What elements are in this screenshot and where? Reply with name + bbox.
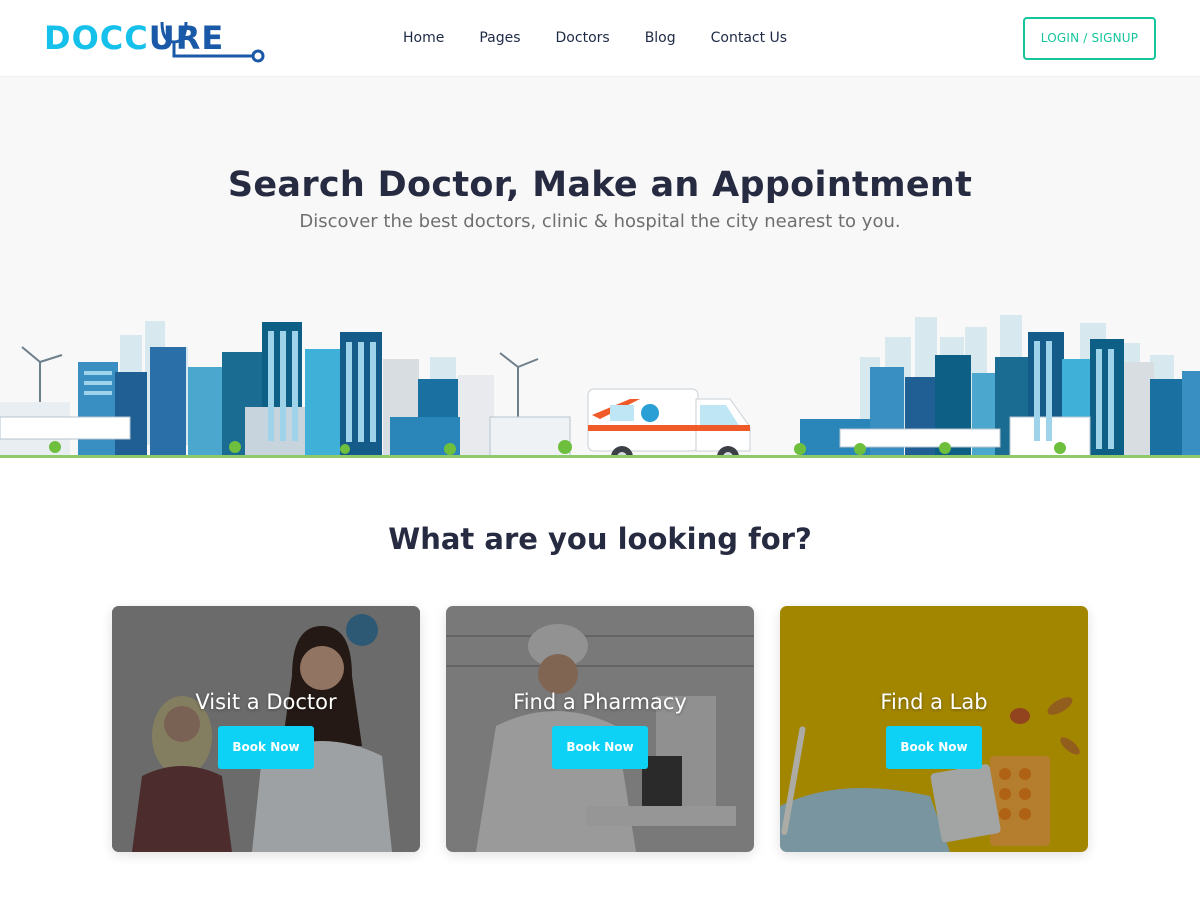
card-title: Find a Lab — [880, 690, 988, 714]
main-nav: Home Pages Doctors Blog Contact Us — [403, 27, 822, 49]
find-pharmacy-card[interactable]: Find a Pharmacy Book Now — [446, 606, 754, 852]
nav-blog[interactable]: Blog — [645, 27, 676, 49]
visit-doctor-card[interactable]: Visit a Doctor Book Now — [112, 606, 420, 852]
find-lab-card[interactable]: Find a Lab Book Now — [780, 606, 1088, 852]
login-signup-button[interactable]: LOGIN / SIGNUP — [1023, 17, 1156, 60]
book-now-button[interactable]: Book Now — [218, 726, 314, 769]
section-title: What are you looking for? — [388, 522, 812, 556]
hero-subtitle: Discover the best doctors, clinic & hosp… — [299, 211, 901, 232]
card-title: Find a Pharmacy — [513, 690, 687, 714]
book-now-button[interactable]: Book Now — [886, 726, 982, 769]
nav-contact-us[interactable]: Contact Us — [711, 27, 787, 49]
hero-banner: Search Doctor, Make an Appointment Disco… — [0, 77, 1200, 470]
book-now-button[interactable]: Book Now — [552, 726, 648, 769]
nav-pages[interactable]: Pages — [479, 27, 520, 49]
card-title: Visit a Doctor — [195, 690, 337, 714]
stethoscope-icon — [160, 21, 265, 63]
hero-title: Search Doctor, Make an Appointment — [227, 165, 973, 205]
city-skyline-illustration — [0, 315, 1200, 470]
logo[interactable]: DOCCURE — [44, 14, 265, 63]
nav-doctors[interactable]: Doctors — [556, 27, 610, 49]
nav-home[interactable]: Home — [403, 27, 444, 49]
site-header: DOCCURE Home Pages Doctors Blog Contact … — [0, 0, 1200, 77]
